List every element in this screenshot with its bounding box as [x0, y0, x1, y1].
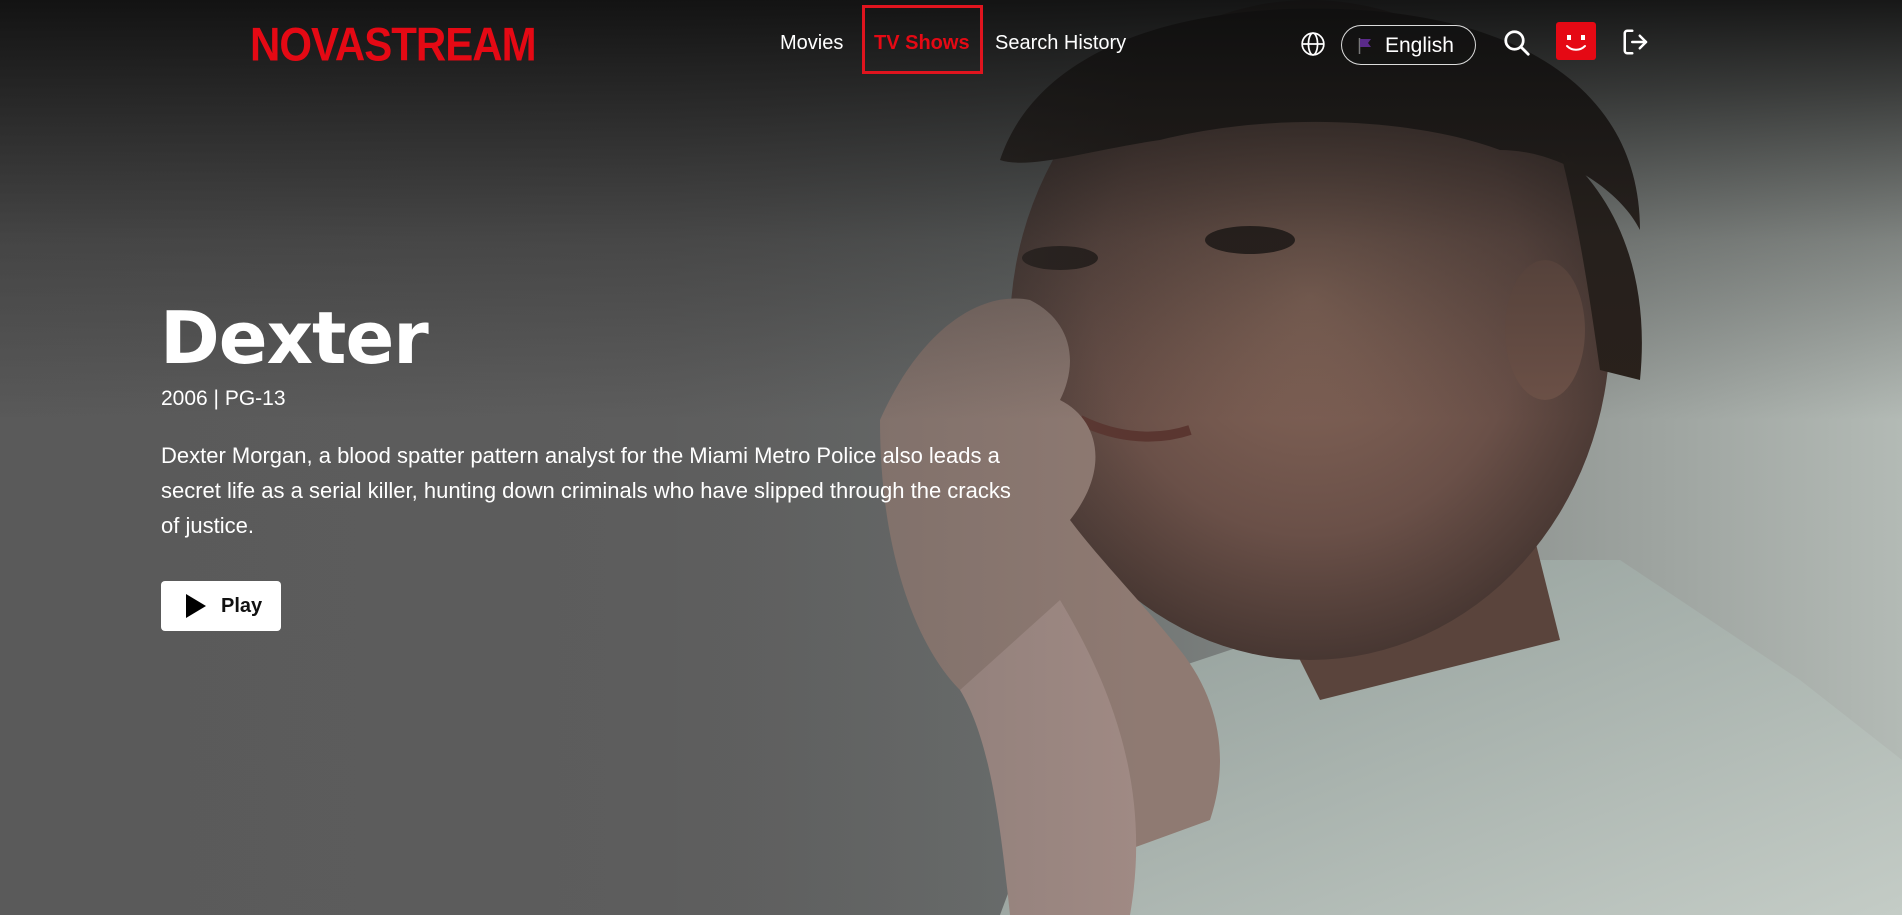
nav-active-highlight — [862, 5, 983, 74]
show-title: Dexter — [160, 296, 429, 380]
brand-logo[interactable]: NOVASTREAM — [250, 18, 537, 72]
show-meta: 2006 | PG-13 — [161, 387, 286, 410]
show-description: Dexter Morgan, a blood spatter pattern a… — [161, 443, 1011, 538]
play-icon — [186, 594, 206, 618]
language-label: English — [1385, 34, 1454, 57]
nav-link-search-history[interactable]: Search History — [995, 30, 1126, 56]
logout-icon[interactable] — [1621, 26, 1651, 58]
globe-icon[interactable] — [1300, 31, 1326, 57]
language-selector[interactable]: English — [1341, 25, 1476, 65]
play-label: Play — [221, 595, 263, 617]
profile-avatar-icon — [1566, 35, 1586, 51]
profile-avatar[interactable] — [1556, 22, 1596, 60]
play-button[interactable]: Play — [161, 581, 281, 631]
flag-icon — [1358, 38, 1371, 54]
search-icon[interactable] — [1502, 28, 1532, 58]
nav-link-movies[interactable]: Movies — [780, 30, 843, 56]
top-navbar: NOVASTREAM Movies TV Shows Search Histor… — [0, 0, 1902, 86]
